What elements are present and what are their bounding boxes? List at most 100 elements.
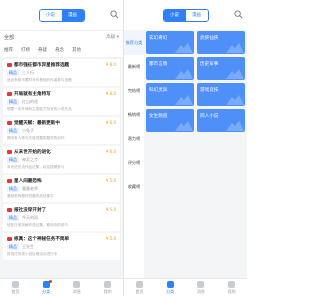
card-title-wrap: 都市强征都市异星推荐选题: [7, 62, 116, 68]
genre-grid: 玄幻奇幻 武侠仙侠 都市言情 历史军事 科幻灵异 游戏竞技 女生频道 同人小说: [146, 31, 245, 132]
message-icon: [73, 280, 81, 288]
genre-name: 同人小说: [200, 114, 219, 119]
card-meta: 精品 神武之才: [7, 157, 116, 163]
card-title-wrap: 从末世开始的进化: [7, 149, 116, 155]
message-icon: [197, 280, 205, 288]
card-desc: 想要一本开局有主角能力特写的小说作品: [7, 107, 72, 111]
right-segment-comic[interactable]: 漫画: [185, 9, 208, 21]
sidebar-item[interactable]: 收藏榜: [124, 175, 144, 199]
nav-label: 我的: [103, 288, 112, 294]
list-item[interactable]: 星人间最恐怖 ¥ 5.0 精品 墨墨老师 悬疑恐怖题材短篇作品征集中: [3, 175, 120, 202]
nav-message[interactable]: 消息: [62, 279, 93, 296]
list-item[interactable]: 都市强征都市异星推荐选题 ¥ 8.0 精品 三人行 适合有都市题材写作基础的作者参…: [3, 59, 120, 86]
bottom-nav: 首页 分类 消息 我的: [124, 278, 247, 296]
nav-message[interactable]: 消息: [186, 279, 217, 296]
genre-name: 科幻灵异: [149, 88, 168, 93]
mountain-icon: [175, 43, 193, 53]
right-screen: 小说 漫画 推荐分类 最新榜 完结榜 畅销榜 潜力榜 评分榜 收藏榜 玄幻奇幻 …: [124, 0, 247, 296]
category-tabs: 推荐 打榜 悬疑 悬念 其他: [0, 43, 123, 58]
profile-icon: [228, 280, 236, 288]
left-segment-comic[interactable]: 漫画: [61, 9, 84, 21]
card-title: 修真：这个神秘任务不简单: [14, 237, 70, 242]
card-desc: 期待有人参与天赋觉醒类题材的创作: [7, 136, 65, 140]
list-item[interactable]: 修真：这个神秘任务不简单 ¥ 5.0 精品 王先生 修真任务类小说征稿活动进行中: [3, 233, 120, 260]
nav-label: 消息: [72, 288, 81, 294]
nav-category[interactable]: 分类: [155, 279, 186, 296]
genre-tile[interactable]: 都市言情: [146, 57, 194, 80]
tag: 精品: [7, 215, 19, 221]
nav-home[interactable]: 首页: [124, 279, 155, 296]
tag: 精品: [7, 70, 19, 76]
genre-tile[interactable]: 游戏竞技: [197, 83, 245, 106]
genre-tile[interactable]: 科幻灵异: [146, 83, 194, 106]
genre-tile[interactable]: 女生频道: [146, 109, 194, 132]
nav-profile[interactable]: 我的: [216, 279, 247, 296]
card-title: 从末世开始的进化: [14, 150, 51, 155]
genre-name: 女生频道: [149, 114, 168, 119]
category-filter[interactable]: 全部: [4, 34, 14, 41]
sidebar-item[interactable]: 评分榜: [124, 151, 144, 175]
home-icon: [11, 280, 19, 288]
genre-tile[interactable]: 同人小说: [197, 109, 245, 132]
card-meta: 精品 三人行: [7, 70, 116, 76]
home-icon: [135, 280, 143, 288]
hot-badge: [7, 178, 12, 183]
genre-name: 历史军事: [200, 62, 219, 67]
list-item[interactable]: 报社没穿开封了 ¥ 5.0 精品 今天的雨 轻松日常风格作品征集，期待你的参与: [3, 204, 120, 231]
card-title-wrap: 报社没穿开封了: [7, 207, 116, 213]
sidebar-item[interactable]: 推荐分类: [124, 31, 144, 55]
left-top-bar: 小说 漫画: [0, 0, 123, 30]
hot-badge: [7, 149, 12, 154]
right-segment-novel[interactable]: 小说: [163, 9, 186, 21]
nav-label: 首页: [11, 288, 20, 294]
mountain-icon: [175, 69, 193, 79]
card-desc: 修真任务类小说征稿活动进行中: [7, 252, 58, 256]
right-top-bar: 小说 漫画: [124, 0, 247, 30]
tab-item[interactable]: 悬念: [55, 47, 64, 53]
mountain-icon: [226, 121, 244, 131]
sidebar-item[interactable]: 完结榜: [124, 79, 144, 103]
nav-category[interactable]: 分类: [31, 279, 62, 296]
card-meta: 精品 墨墨老师: [7, 186, 116, 192]
nav-home[interactable]: 首页: [0, 279, 31, 296]
tab-item[interactable]: 悬疑: [38, 47, 47, 53]
rank-sidebar: 推荐分类 最新榜 完结榜 畅销榜 潜力榜 评分榜 收藏榜: [124, 31, 144, 279]
genre-tile[interactable]: 历史军事: [197, 57, 245, 80]
nav-label: 分类: [166, 288, 175, 294]
profile-icon: [104, 280, 112, 288]
genre-tile[interactable]: 武侠仙侠: [197, 31, 245, 54]
mountain-icon: [226, 43, 244, 53]
card-title-wrap: 星人间最恐怖: [7, 178, 116, 184]
left-segment-control: 小说 漫画: [38, 8, 85, 22]
right-segment-control: 小说 漫画: [162, 8, 209, 22]
sidebar-item[interactable]: 最新榜: [124, 55, 144, 79]
tab-item[interactable]: 推荐: [4, 47, 13, 53]
card-meta: 精品 今天的雨: [7, 215, 116, 221]
list-item[interactable]: 开局就有主角特写 ¥ 8.0 精品 红山的花 想要一本开局有主角能力特写的小说作品: [3, 88, 120, 115]
card-title: 报社没穿开封了: [14, 208, 47, 213]
tab-item[interactable]: 其他: [72, 47, 81, 53]
hot-badge: [7, 120, 12, 125]
card-desc: 悬疑恐怖题材短篇作品征集中: [7, 194, 54, 198]
category-icon: [166, 280, 174, 288]
task-list: 都市强征都市异星推荐选题 ¥ 8.0 精品 三人行 适合有都市题材写作基础的作者参…: [0, 57, 123, 279]
genre-tile[interactable]: 玄幻奇幻: [146, 31, 194, 54]
sort-dropdown[interactable]: 高级 ▾: [106, 34, 119, 40]
tab-item[interactable]: 打榜: [21, 47, 30, 53]
card-title: 星人间最恐怖: [14, 179, 42, 184]
sidebar-item[interactable]: 畅销榜: [124, 103, 144, 127]
author: 小兔子: [22, 128, 34, 133]
sidebar-item[interactable]: 潜力榜: [124, 127, 144, 151]
card-title-wrap: 修真：这个神秘任务不简单: [7, 236, 116, 242]
filter-row: 全部 高级 ▾: [0, 30, 123, 43]
list-item[interactable]: 从末世开始的进化 ¥ 6.0 精品 神武之才 末世进化流作品征集，欢迎投稿参与: [3, 146, 120, 173]
left-segment-novel[interactable]: 小说: [39, 9, 62, 21]
search-icon[interactable]: [234, 10, 243, 19]
author: 王先生: [22, 244, 34, 249]
nav-profile[interactable]: 我的: [92, 279, 123, 296]
card-title-wrap: 觉醒天赋：最新更新中: [7, 120, 116, 126]
list-item[interactable]: 觉醒天赋：最新更新中 ¥ 6.0 精品 小兔子 期待有人参与天赋觉醒类题材的创作: [3, 117, 120, 144]
search-icon[interactable]: [110, 10, 119, 19]
hot-badge: [7, 207, 12, 212]
reward: ¥ 6.0: [105, 149, 116, 154]
